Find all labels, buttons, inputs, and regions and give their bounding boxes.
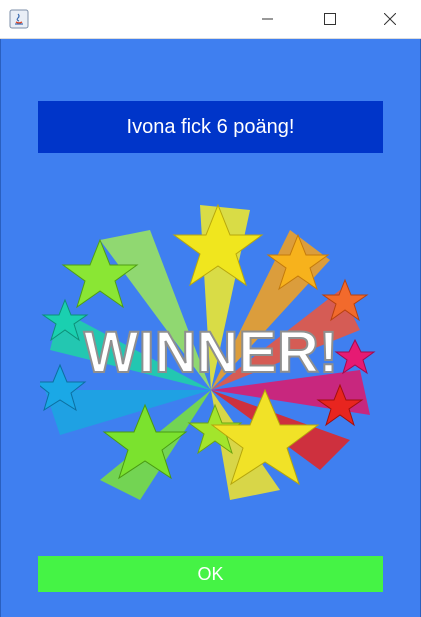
close-icon	[384, 13, 396, 25]
maximize-button[interactable]	[307, 0, 353, 38]
minimize-button[interactable]	[245, 0, 291, 38]
java-icon	[9, 9, 29, 29]
score-banner: Ivona fick 6 poäng!	[38, 101, 383, 153]
ok-button-label: OK	[197, 563, 224, 584]
minimize-icon	[262, 18, 273, 20]
winner-text: WINNER!	[84, 320, 339, 385]
ok-button[interactable]: OK	[38, 556, 383, 592]
maximize-icon	[324, 13, 336, 25]
close-button[interactable]	[367, 0, 413, 38]
score-text: Ivona fick 6 poäng!	[126, 115, 295, 138]
winner-stars-illustration: WINNER!	[40, 203, 376, 500]
title-bar	[0, 0, 421, 39]
